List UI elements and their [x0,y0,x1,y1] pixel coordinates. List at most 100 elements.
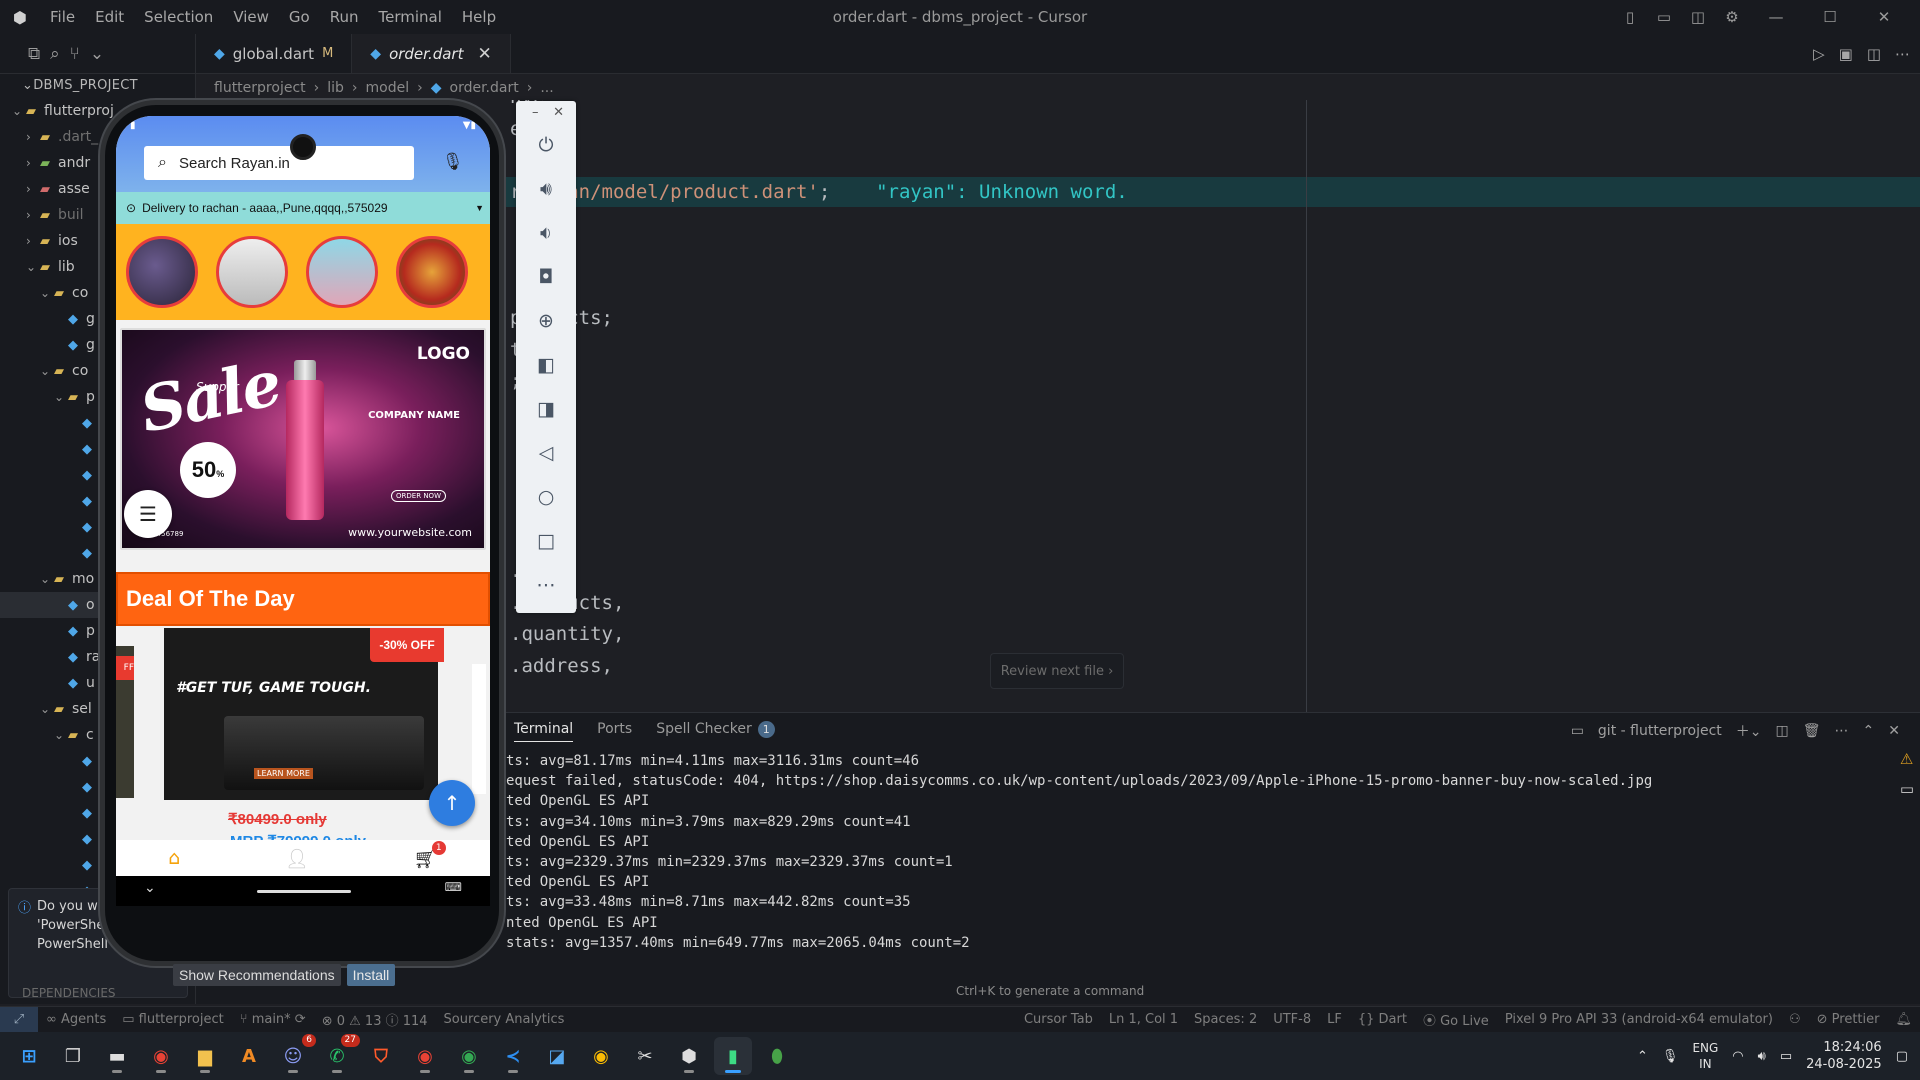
new-terminal-icon[interactable]: ＋⌄ [1736,721,1762,741]
search-icon[interactable]: ⌕ [50,44,60,64]
phone-screen[interactable]: ▮ ▼▮ ⌕ Search Rayan.in 🎙︎ ⊙ Delivery to … [116,116,490,906]
windows-start-icon[interactable]: ⊞ [10,1037,48,1075]
more-actions-icon[interactable]: ⋯ [1895,45,1910,63]
home-gesture-pill[interactable] [257,890,351,893]
home-icon[interactable]: ○ [516,475,576,519]
breadcrumb-item[interactable]: flutterproject [214,80,306,96]
status-project[interactable]: ▭ flutterproject [114,1012,232,1027]
vscode-icon[interactable]: ≺ [494,1037,532,1075]
menu-file[interactable]: File [40,8,85,26]
show-recommendations-button[interactable]: Show Recommendations [173,964,341,986]
toggle-panel-icon[interactable]: ▭ [1648,8,1680,26]
snipping-icon[interactable]: ✂ [626,1037,664,1075]
rotate-right-icon[interactable]: ◨ [516,387,576,431]
status-eol[interactable]: LF [1319,1012,1350,1027]
sale-banner[interactable]: Sale Supper 50% LOGO COMPANY NAME ORDER … [120,328,486,550]
next-deal-card[interactable] [472,664,486,794]
chevron-down-icon[interactable]: ⌄ [144,880,156,896]
minimize-icon[interactable]: — [1750,8,1802,26]
search-input[interactable]: ⌕ Search Rayan.in [144,146,414,180]
maximize-panel-icon[interactable]: ⌃ [1863,723,1875,739]
chrome-profile-icon[interactable]: ◉ [406,1037,444,1075]
status-language[interactable]: {} Dart [1350,1012,1415,1027]
toggle-secondary-sidebar-icon[interactable]: ◫ [1682,8,1714,26]
menu-view[interactable]: View [223,8,279,26]
zoom-icon[interactable]: ⊕ [516,299,576,343]
power-icon[interactable]: ⏻ [516,123,576,167]
more-icon[interactable]: ⋯ [516,563,576,607]
tab-order-dart[interactable]: ◆ order.dart ✕ [352,34,511,73]
mongodb-icon[interactable]: ⬮ [758,1037,796,1075]
camera-icon[interactable]: ◘ [516,255,576,299]
wifi-icon[interactable]: ◠ [1732,1049,1743,1064]
mic-icon[interactable]: 🎙︎ [442,152,464,172]
chevron-up-icon[interactable]: ⌃ [1637,1049,1648,1064]
overview-icon[interactable]: □ [516,519,576,563]
category-appliances[interactable] [216,236,288,308]
back-icon[interactable]: ◁ [516,431,576,475]
warning-icon[interactable]: ⚠ [1900,750,1914,768]
azure-icon[interactable]: ◪ [538,1037,576,1075]
task-view-icon[interactable]: ❐ [54,1037,92,1075]
review-next-file-button[interactable]: Review next file › [990,653,1124,689]
battery-icon[interactable]: ▭ [1780,1049,1792,1064]
explorer-icon[interactable]: ⧉ [28,44,40,64]
split-editor-icon[interactable]: ◫ [1867,45,1881,63]
split-terminal-icon[interactable]: ◫ [1776,723,1789,739]
breadcrumb-item[interactable]: order.dart [450,80,519,96]
status-prettier[interactable]: ⊘ Prettier [1809,1012,1888,1027]
category-essentials[interactable] [306,236,378,308]
menu-button[interactable]: ☰ [124,490,172,538]
whatsapp-icon[interactable]: ✆ 27 [318,1034,360,1075]
close-panel-icon[interactable]: ✕ [1888,723,1900,739]
tab-spell-checker[interactable]: Spell Checker 1 [656,721,775,742]
scroll-to-top-button[interactable]: ↑ [429,780,475,826]
chrome-2-icon[interactable]: ◉ [582,1037,620,1075]
more-icon[interactable]: ⋯ [1835,723,1849,739]
status-agents[interactable]: ∞ Agents [38,1012,114,1027]
remote-icon[interactable]: ⤢ [0,1006,38,1033]
menu-run[interactable]: Run [320,8,369,26]
adobe-icon[interactable]: A [230,1037,268,1075]
status-device[interactable]: Pixel 9 Pro API 33 (android-x64 emulator… [1497,1012,1781,1027]
close-tab-icon[interactable]: ✕ [477,44,491,64]
terminal-app-icon[interactable]: ▬ [98,1037,136,1075]
copilot-icon[interactable]: ⚇ [1781,1012,1809,1027]
status-sourcery[interactable]: Sourcery Analytics [436,1012,573,1027]
breadcrumb-item[interactable]: model [366,80,410,96]
status-indent[interactable]: Spaces: 2 [1186,1012,1265,1027]
terminal-output[interactable]: ts: avg=81.17ms min=4.11ms max=3116.31ms… [506,751,1652,953]
tab-terminal[interactable]: Terminal [514,721,574,742]
emulator-close-icon[interactable]: ✕ [553,105,564,123]
volume-icon[interactable]: 🔊︎ [1758,1049,1766,1064]
cart-icon[interactable]: 🛒︎ 1 [414,840,446,870]
chevron-down-icon[interactable]: ⌄ [90,44,104,64]
keyboard-icon[interactable]: ⌨ [445,880,462,894]
cursor-app-icon[interactable]: ⬢ [670,1037,708,1075]
run-icon[interactable]: ▷ [1813,45,1825,63]
emulator-app-icon[interactable]: ▮ [714,1037,752,1075]
menu-go[interactable]: Go [279,8,320,26]
discord-icon[interactable]: ☺ 6 [274,1034,316,1075]
status-cursor-tab[interactable]: Cursor Tab [1016,1012,1101,1027]
status-branch[interactable]: ⑂ main* ⟳ [232,1012,314,1027]
status-go-live[interactable]: ⦿ Go Live [1415,1010,1497,1029]
explorer-section-title[interactable]: ⌄DBMS_PROJECT [0,74,195,98]
emulator-minimize-icon[interactable]: – [532,105,539,123]
settings-gear-icon[interactable]: ⚙ [1716,8,1748,26]
menu-help[interactable]: Help [452,8,506,26]
status-position[interactable]: Ln 1, Col 1 [1101,1012,1186,1027]
terminal-name[interactable]: git - flutterproject [1598,723,1722,739]
status-encoding[interactable]: UTF-8 [1265,1012,1319,1027]
language-indicator[interactable]: ENG IN [1692,1040,1718,1072]
chrome-profile-2-icon[interactable]: ◉ [450,1037,488,1075]
chrome-icon[interactable]: ◉ [142,1037,180,1075]
source-control-icon[interactable]: ⑂ [70,44,80,64]
install-button[interactable]: Install [346,964,396,986]
breadcrumb-item[interactable]: ... [540,80,553,96]
category-grocery[interactable] [396,236,468,308]
breadcrumb-item[interactable]: lib [327,80,344,96]
maximize-icon[interactable]: ☐ [1804,8,1856,26]
toggle-sidebar-icon[interactable]: ▯ [1614,8,1646,26]
terminal-list-icon[interactable]: ▭ [1900,780,1914,798]
